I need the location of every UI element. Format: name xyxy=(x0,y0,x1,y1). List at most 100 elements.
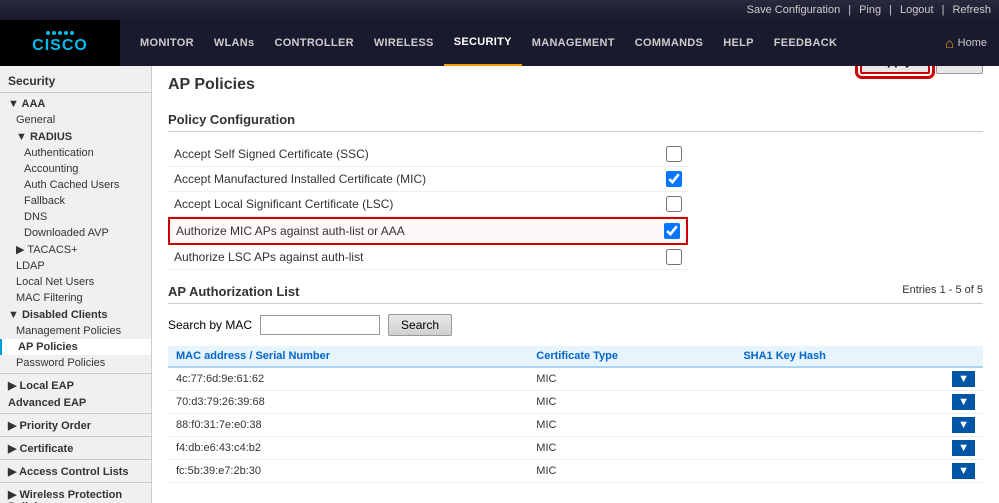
sidebar-group-priority-order[interactable]: ▶ Priority Order xyxy=(0,416,151,434)
sidebar-group-disabled-clients[interactable]: ▼ Disabled Clients xyxy=(0,306,151,323)
col-header-action xyxy=(944,346,983,367)
policy-checkbox-2[interactable] xyxy=(666,196,682,212)
sidebar-group-certificate[interactable]: ▶ Certificate xyxy=(0,439,151,457)
sidebar: Security ▼ AAA General ▼ RADIUS Authenti… xyxy=(0,66,152,503)
cell-action-3: ▼ xyxy=(944,437,983,460)
cell-cert-1: MIC xyxy=(528,391,735,414)
sidebar-item-authentication[interactable]: Authentication xyxy=(0,145,151,161)
search-button[interactable]: Search xyxy=(388,314,452,336)
nav-monitor[interactable]: MONITOR xyxy=(130,20,204,66)
sidebar-divider-1 xyxy=(0,373,151,374)
sidebar-item-fallback[interactable]: Fallback xyxy=(0,193,151,209)
cell-mac-4: fc:5b:39:e7:2b:30 xyxy=(168,460,528,483)
nav-management[interactable]: MANAGEMENT xyxy=(522,20,625,66)
cell-mac-3: f4:db:e6:43:c4:b2 xyxy=(168,437,528,460)
sidebar-item-downloaded-avp[interactable]: Downloaded AVP xyxy=(0,225,151,241)
sidebar-group-radius[interactable]: ▼ RADIUS xyxy=(0,128,151,145)
apply-button[interactable]: Apply xyxy=(860,66,929,74)
row-action-button-2[interactable]: ▼ xyxy=(952,417,975,433)
dot3 xyxy=(58,31,62,35)
ping-link[interactable]: Ping xyxy=(859,4,881,16)
policy-label-4: Authorize LSC APs against auth-list xyxy=(174,250,666,264)
auth-list-header: AP Authorization List Entries 1 - 5 of 5 xyxy=(168,284,983,304)
sidebar-item-ldap[interactable]: LDAP xyxy=(0,258,151,274)
cisco-dots xyxy=(46,31,74,35)
col-header-sha1[interactable]: SHA1 Key Hash xyxy=(735,346,944,367)
sidebar-group-local-eap[interactable]: ▶ Local EAP xyxy=(0,376,151,394)
col-header-mac[interactable]: MAC address / Serial Number xyxy=(168,346,528,367)
main-nav: MONITOR WLANs CONTROLLER WIRELESS SECURI… xyxy=(120,20,999,66)
policy-checkbox-1[interactable] xyxy=(666,171,682,187)
nav-controller[interactable]: CONTROLLER xyxy=(264,20,363,66)
policy-checkbox-3[interactable] xyxy=(664,223,680,239)
policy-row-2: Accept Local Significant Certificate (LS… xyxy=(168,192,688,217)
policy-checkbox-4[interactable] xyxy=(666,249,682,265)
nav-commands[interactable]: COMMANDS xyxy=(625,20,713,66)
sidebar-item-mac-filtering[interactable]: MAC Filtering xyxy=(0,290,151,306)
nav-wireless[interactable]: WIRELESS xyxy=(364,20,444,66)
cell-sha1-0 xyxy=(735,367,944,391)
sidebar-title: Security xyxy=(0,70,151,90)
dot2 xyxy=(52,31,56,35)
sidebar-group-advanced-eap[interactable]: Advanced EAP xyxy=(0,394,151,411)
table-row: fc:5b:39:e7:2b:30MIC▼ xyxy=(168,460,983,483)
sidebar-divider-4 xyxy=(0,459,151,460)
sidebar-group-aaa[interactable]: ▼ AAA xyxy=(0,95,151,112)
logo-area: CISCO xyxy=(0,20,120,66)
cell-mac-2: 88:f0:31:7e:e0:38 xyxy=(168,414,528,437)
row-action-button-4[interactable]: ▼ xyxy=(952,463,975,479)
cell-cert-2: MIC xyxy=(528,414,735,437)
policy-checkbox-0[interactable] xyxy=(666,146,682,162)
save-config-link[interactable]: Save Configuration xyxy=(747,4,841,16)
sidebar-item-password-policies[interactable]: Password Policies xyxy=(0,355,151,371)
sidebar-group-wireless-protection[interactable]: ▶ Wireless ProtectionPolicies xyxy=(0,485,151,503)
sidebar-item-accounting[interactable]: Accounting xyxy=(0,161,151,177)
policy-row-4: Authorize LSC APs against auth-list xyxy=(168,245,688,270)
dot4 xyxy=(64,31,68,35)
sidebar-item-auth-cached[interactable]: Auth Cached Users xyxy=(0,177,151,193)
nav-security[interactable]: SECURITY xyxy=(444,20,522,66)
sidebar-divider-3 xyxy=(0,436,151,437)
logout-link[interactable]: Logout xyxy=(900,4,934,16)
nav-wlans[interactable]: WLANs xyxy=(204,20,265,66)
sidebar-item-ap-policies[interactable]: AP Policies xyxy=(0,339,151,355)
ap-table: MAC address / Serial Number Certificate … xyxy=(168,346,983,483)
sidebar-item-local-net-users[interactable]: Local Net Users xyxy=(0,274,151,290)
sidebar-divider-2 xyxy=(0,413,151,414)
sidebar-divider-5 xyxy=(0,482,151,483)
refresh-link[interactable]: Refresh xyxy=(952,4,991,16)
cell-mac-1: 70:d3:79:26:39:68 xyxy=(168,391,528,414)
nav-help[interactable]: HELP xyxy=(713,20,764,66)
sidebar-divider-top xyxy=(0,92,151,93)
auth-list-title: AP Authorization List xyxy=(168,284,299,299)
policy-config-header: Policy Configuration xyxy=(168,112,983,132)
home-label: Home xyxy=(958,37,987,49)
search-row: Search by MAC Search xyxy=(168,314,983,336)
cisco-wordmark: CISCO xyxy=(32,37,88,55)
nav-feedback[interactable]: FEEDBACK xyxy=(764,20,848,66)
search-input[interactable] xyxy=(260,315,380,335)
action-buttons: Apply Add xyxy=(860,66,983,74)
sidebar-item-management-policies[interactable]: Management Policies xyxy=(0,323,151,339)
row-action-button-3[interactable]: ▼ xyxy=(952,440,975,456)
topbar-actions: Save Configuration | Ping | Logout | Ref… xyxy=(747,4,991,16)
home-button[interactable]: ⌂ Home xyxy=(933,31,999,55)
row-action-button-1[interactable]: ▼ xyxy=(952,394,975,410)
main-layout: Security ▼ AAA General ▼ RADIUS Authenti… xyxy=(0,66,999,503)
cell-action-2: ▼ xyxy=(944,414,983,437)
sidebar-item-general[interactable]: General xyxy=(0,112,151,128)
home-icon: ⌂ xyxy=(945,35,953,51)
policy-config-table: Accept Self Signed Certificate (SSC) Acc… xyxy=(168,142,688,270)
sidebar-item-dns[interactable]: DNS xyxy=(0,209,151,225)
cell-sha1-2 xyxy=(735,414,944,437)
cell-cert-3: MIC xyxy=(528,437,735,460)
row-action-button-0[interactable]: ▼ xyxy=(952,371,975,387)
add-button[interactable]: Add xyxy=(936,66,983,74)
cell-cert-0: MIC xyxy=(528,367,735,391)
sidebar-item-tacacs[interactable]: ▶ TACACS+ xyxy=(0,241,151,258)
sidebar-group-acl[interactable]: ▶ Access Control Lists xyxy=(0,462,151,480)
cell-action-0: ▼ xyxy=(944,367,983,391)
policy-label-0: Accept Self Signed Certificate (SSC) xyxy=(174,147,666,161)
page-title: AP Policies xyxy=(168,76,255,94)
col-header-cert[interactable]: Certificate Type xyxy=(528,346,735,367)
